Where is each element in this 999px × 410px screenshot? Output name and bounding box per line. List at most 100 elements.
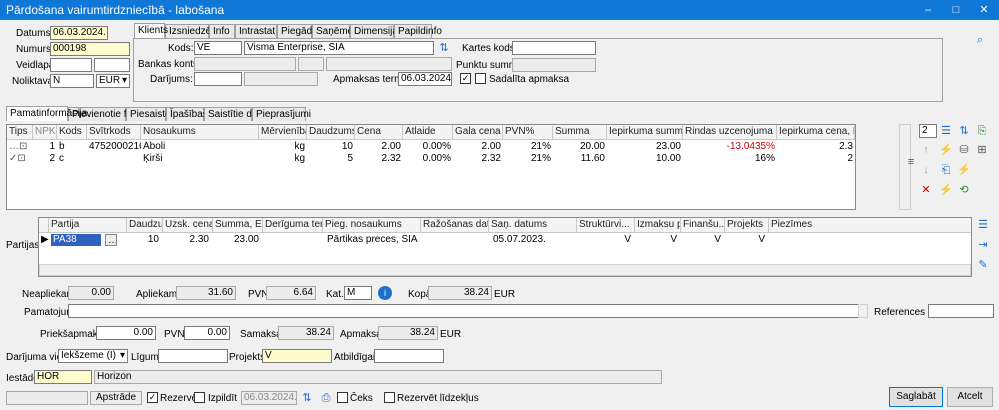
partija-col-partija[interactable]: Partija	[49, 218, 127, 233]
partija-col-uzsk-cena-eur[interactable]: Uzsk. cena, EUR	[163, 218, 213, 233]
tab-papildinfo[interactable]: Papildinfo	[394, 24, 442, 38]
tab-izsniedzjs[interactable]: Izsniedzējs	[165, 24, 218, 38]
tab-klients[interactable]: Klients	[134, 23, 168, 38]
col-iepirkuma-cena-eur[interactable]: Iepirkuma cena, EUR	[777, 125, 855, 140]
checked-box-icon[interactable]: ✓	[460, 73, 471, 84]
tab-piesaistes[interactable]: Piesaistes	[126, 107, 176, 121]
partija-col-pieg-nosaukums[interactable]: Pieg. nosaukums	[323, 218, 421, 233]
saglabat-button[interactable]: Saglabāt	[889, 387, 943, 407]
ligums-field[interactable]	[158, 349, 228, 363]
rezervet-checkbox[interactable]: ✓	[147, 392, 158, 403]
bank-account-field[interactable]	[194, 57, 296, 71]
tab-pamatinformcija[interactable]: Pamatinformācija	[6, 106, 87, 121]
client-code-field[interactable]: VE	[194, 41, 242, 55]
col-summa[interactable]: Summa	[553, 125, 607, 140]
ellipsis-button[interactable]: …	[105, 234, 117, 246]
partija-list-icon[interactable]: ☰	[976, 218, 990, 232]
tab-pabas[interactable]: Īpašības	[166, 107, 208, 121]
numurs-field[interactable]: 000198	[50, 42, 130, 56]
tab-info[interactable]: Info	[209, 24, 235, 38]
partija-cell-partija[interactable]: PA38	[51, 234, 101, 246]
arrow-up-icon[interactable]: ↑	[919, 143, 933, 157]
reference-field[interactable]	[928, 304, 994, 318]
filter-icon[interactable]: ⊞	[975, 143, 989, 157]
darijums-field[interactable]	[194, 72, 242, 86]
partija-col-strukt-rvi-[interactable]: Struktūrvi...	[577, 218, 635, 233]
pvn2-field[interactable]: 0.00	[184, 326, 230, 340]
col-gala-cena[interactable]: Gala cena	[453, 125, 503, 140]
col-npk[interactable]: NPK	[33, 125, 57, 140]
lightning-icon[interactable]: ⚡	[939, 143, 953, 157]
col-daudzums[interactable]: Daudzums	[307, 125, 355, 140]
calendar-icon[interactable]: ⇅	[300, 391, 314, 405]
projekts-field[interactable]: V	[262, 349, 332, 363]
veidlapa-field-2[interactable]	[94, 58, 130, 72]
atcelt-button[interactable]: Atcelt	[947, 387, 993, 407]
partija-edit-icon[interactable]: ✎	[976, 258, 990, 272]
kartes-field[interactable]	[512, 41, 596, 55]
veidlapa-field[interactable]	[50, 58, 92, 72]
darijuma-vieta-select[interactable]: Iekšzeme (I) ▾	[58, 349, 128, 363]
tab-piegde[interactable]: Piegāde	[277, 24, 318, 38]
currency-select[interactable]: EUR ▾	[96, 74, 130, 88]
list-icon[interactable]: ☰	[939, 124, 953, 138]
partija-col-izmaksu-pos-[interactable]: Izmaksu pos...	[635, 218, 681, 233]
atbildigais-field[interactable]	[374, 349, 444, 363]
sadalita-checkbox[interactable]	[475, 73, 486, 84]
noliktava-field[interactable]: N	[50, 74, 94, 88]
info-icon[interactable]: i	[378, 286, 392, 300]
maximize-button[interactable]: □	[942, 0, 970, 20]
tab-saisttiedati[interactable]: Saistītie dati	[204, 107, 262, 121]
col-kods[interactable]: Kods	[57, 125, 87, 140]
tab-dimensijas[interactable]: Dimensijas	[350, 24, 403, 38]
tab-pieprasjumi[interactable]: Pieprasījumi	[252, 107, 311, 121]
bolt-red-icon[interactable]: ⚡	[939, 183, 953, 197]
col-cena[interactable]: Cena	[355, 125, 403, 140]
bolt-green-icon[interactable]: ⚡	[957, 163, 971, 177]
partija-col-summa-eur[interactable]: Summa, EUR	[213, 218, 263, 233]
copy-icon[interactable]: ⎘	[975, 124, 989, 138]
col-tips[interactable]: Tips	[7, 125, 33, 140]
partija-add-icon[interactable]: ⇥	[976, 238, 990, 252]
db-icon[interactable]: ⛁	[957, 143, 971, 157]
search-icon[interactable]: ⌕	[973, 33, 987, 47]
kat-field[interactable]: M	[344, 286, 372, 300]
partija-col-sa-datums[interactable]: Saņ. datums	[489, 218, 577, 233]
delete-icon[interactable]: ✕	[919, 183, 933, 197]
apmaksas-field[interactable]: 06.03.2024.	[398, 72, 452, 86]
col-rindas-uzcenojuma-[interactable]: Rindas uzcenojuma %	[683, 125, 777, 140]
close-button[interactable]: ✕	[970, 0, 998, 20]
bank-field-2[interactable]	[298, 57, 324, 71]
client-card-icon[interactable]: ⇅	[437, 41, 451, 55]
iestade-code-field[interactable]: HOR	[34, 370, 92, 384]
partija-col-finan-u-[interactable]: Finanšu...	[681, 218, 725, 233]
darijums-name-field[interactable]	[244, 72, 318, 86]
col-atlaide[interactable]: Atlaide	[403, 125, 453, 140]
partija-col-daudzums[interactable]: Daudzums	[127, 218, 163, 233]
paste-icon[interactable]: ⎗	[939, 163, 953, 177]
col-m-rvien-ba[interactable]: Mērvienība	[259, 125, 307, 140]
pamatojums-spinner[interactable]	[858, 304, 868, 318]
col-nosaukums[interactable]: Nosaukums	[141, 125, 259, 140]
partijas-hscrollbar[interactable]	[39, 264, 971, 276]
pamatojums-field[interactable]	[68, 304, 860, 318]
sort-icon[interactable]: ⇅	[957, 124, 971, 138]
prieksap-field[interactable]: 0.00	[96, 326, 156, 340]
partija-col-ra-o-anas-datums[interactable]: Ražošanas datums	[421, 218, 489, 233]
tab-samjs[interactable]: Saņēmējs	[312, 24, 360, 38]
client-name-field[interactable]: Visma Enterprise, SIA	[244, 41, 434, 55]
izpildit-checkbox[interactable]	[194, 392, 205, 403]
ceks-checkbox[interactable]	[337, 392, 348, 403]
col-pvn-[interactable]: PVN%	[503, 125, 553, 140]
datums-field[interactable]: 06.03.2024.	[50, 26, 108, 40]
arrow-down-icon[interactable]: ↓	[919, 163, 933, 177]
col-iepirkuma-summa-eur[interactable]: Iepirkuma summa, EUR	[607, 125, 683, 140]
minimize-button[interactable]: –	[914, 0, 942, 20]
menu-icon[interactable]: ≡	[904, 155, 918, 169]
partija-col-der-guma-termi-[interactable]: Derīguma termiņš	[263, 218, 323, 233]
partija-col-projekts[interactable]: Projekts	[725, 218, 769, 233]
bank-field-3[interactable]	[326, 57, 452, 71]
refresh-icon[interactable]: ⟲	[957, 183, 971, 197]
partija-col-piez-mes[interactable]: Piezīmes	[769, 218, 971, 233]
tab-intrastat[interactable]: Intrastat	[235, 24, 277, 38]
